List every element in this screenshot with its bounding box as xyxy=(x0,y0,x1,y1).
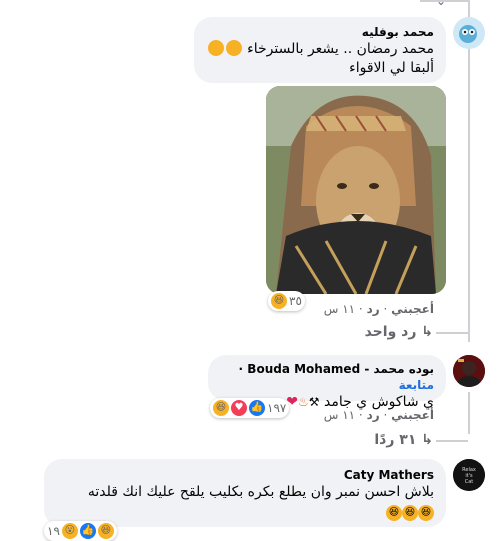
haha-reaction-icon: 😆 xyxy=(271,293,287,309)
lion-headscarf-photo xyxy=(266,86,446,294)
haha-reaction-icon: 😆 xyxy=(97,523,114,539)
comment-photo[interactable] xyxy=(266,86,446,294)
avatar-logo-icon: Relax it's Cat xyxy=(453,459,485,491)
more-options-chevron-icon[interactable]: ⌄ xyxy=(436,0,446,8)
view-replies-link[interactable]: ↳ ٣١ ردًا xyxy=(374,432,433,448)
comment-bubble: Caty Mathers بلاش احسن نمبر وان يطلع بكر… xyxy=(44,459,446,527)
reply-link[interactable]: رد xyxy=(367,302,380,316)
hammer-icon: ⚒ xyxy=(308,395,320,409)
comment-author[interactable]: بوده محمد - Bouda Mohamed xyxy=(247,362,434,376)
thread-line xyxy=(468,392,470,434)
reaction-count: ١٩٧ xyxy=(267,401,287,415)
like-reaction-icon: 👍 xyxy=(79,523,96,539)
comment-text-line1: محمد رمضان .. يشعر بالسترخاء xyxy=(247,41,434,57)
comment-bubble: محمد بوفليه محمد رمضان .. يشعر بالسترخاء… xyxy=(194,17,446,83)
comment-text: محمد رمضان .. يشعر بالسترخاء xyxy=(206,40,434,59)
laughing-emoji-icon: 😆 xyxy=(386,505,402,521)
avatar-cartoon-icon xyxy=(453,17,485,49)
relieved-emoji-icon xyxy=(225,40,242,56)
comment-actions: أعجبني · رد · ١١ س xyxy=(323,302,434,316)
like-link[interactable]: أعجبني xyxy=(391,302,434,316)
reaction-count: ٣٥ xyxy=(289,294,302,308)
laughing-emoji-icon: 😆 xyxy=(418,505,434,521)
haha-reaction-icon: 😆 xyxy=(213,400,229,416)
avatar[interactable] xyxy=(453,17,485,49)
thread-branch xyxy=(436,332,468,334)
thread-branch xyxy=(436,440,468,442)
comment-text: بلاش احسن نمبر وان يطلع بكره بكليب يلقح … xyxy=(87,484,434,500)
reaction-summary[interactable]: 😆 ♥ 👍 ١٩٧ xyxy=(210,398,290,418)
comment-author-row: بوده محمد - Bouda Mohamed · متابعة xyxy=(238,362,434,392)
comment-time[interactable]: ١١ س xyxy=(324,302,355,316)
comment-author[interactable]: محمد بوفليه xyxy=(206,24,434,40)
avatar[interactable] xyxy=(453,355,485,387)
follow-button[interactable]: متابعة xyxy=(399,378,434,392)
laughing-emoji-icon: 😆 xyxy=(402,505,418,521)
avatar[interactable]: Relax it's Cat xyxy=(453,459,485,491)
comment-bubble: بوده محمد - Bouda Mohamed · متابعة ي شاك… xyxy=(208,355,446,410)
view-replies-link[interactable]: ↳ رد واحد xyxy=(365,324,433,340)
like-link[interactable]: أعجبني xyxy=(391,408,434,422)
thread-line xyxy=(468,0,470,342)
avatar-photo xyxy=(453,355,485,387)
reaction-summary[interactable]: 😆 ٣٥ xyxy=(268,291,305,311)
comment-text-line2: ألبقا لي الاقواء xyxy=(349,60,434,76)
fire-icon: ♨ xyxy=(297,395,309,409)
relieved-emoji-icon xyxy=(207,40,224,56)
wow-reaction-icon: 😮 xyxy=(61,523,78,539)
reaction-summary[interactable]: ١٩ 😮 👍 😆 xyxy=(44,521,117,541)
reply-arrow-icon: ↳ xyxy=(421,324,433,340)
comment-author[interactable]: Caty Mathers xyxy=(56,467,434,483)
reply-arrow-icon: ↳ xyxy=(421,432,433,448)
comment-emojis: 😆😆😆 xyxy=(56,502,434,521)
love-reaction-icon: ♥ xyxy=(231,400,247,416)
comment-actions: أعجبني · رد · ١١ س xyxy=(323,408,434,422)
comment-time[interactable]: ١١ س xyxy=(324,408,355,422)
like-reaction-icon: 👍 xyxy=(249,400,265,416)
reply-link[interactable]: رد xyxy=(367,408,380,422)
svg-text:Cat: Cat xyxy=(465,479,474,485)
